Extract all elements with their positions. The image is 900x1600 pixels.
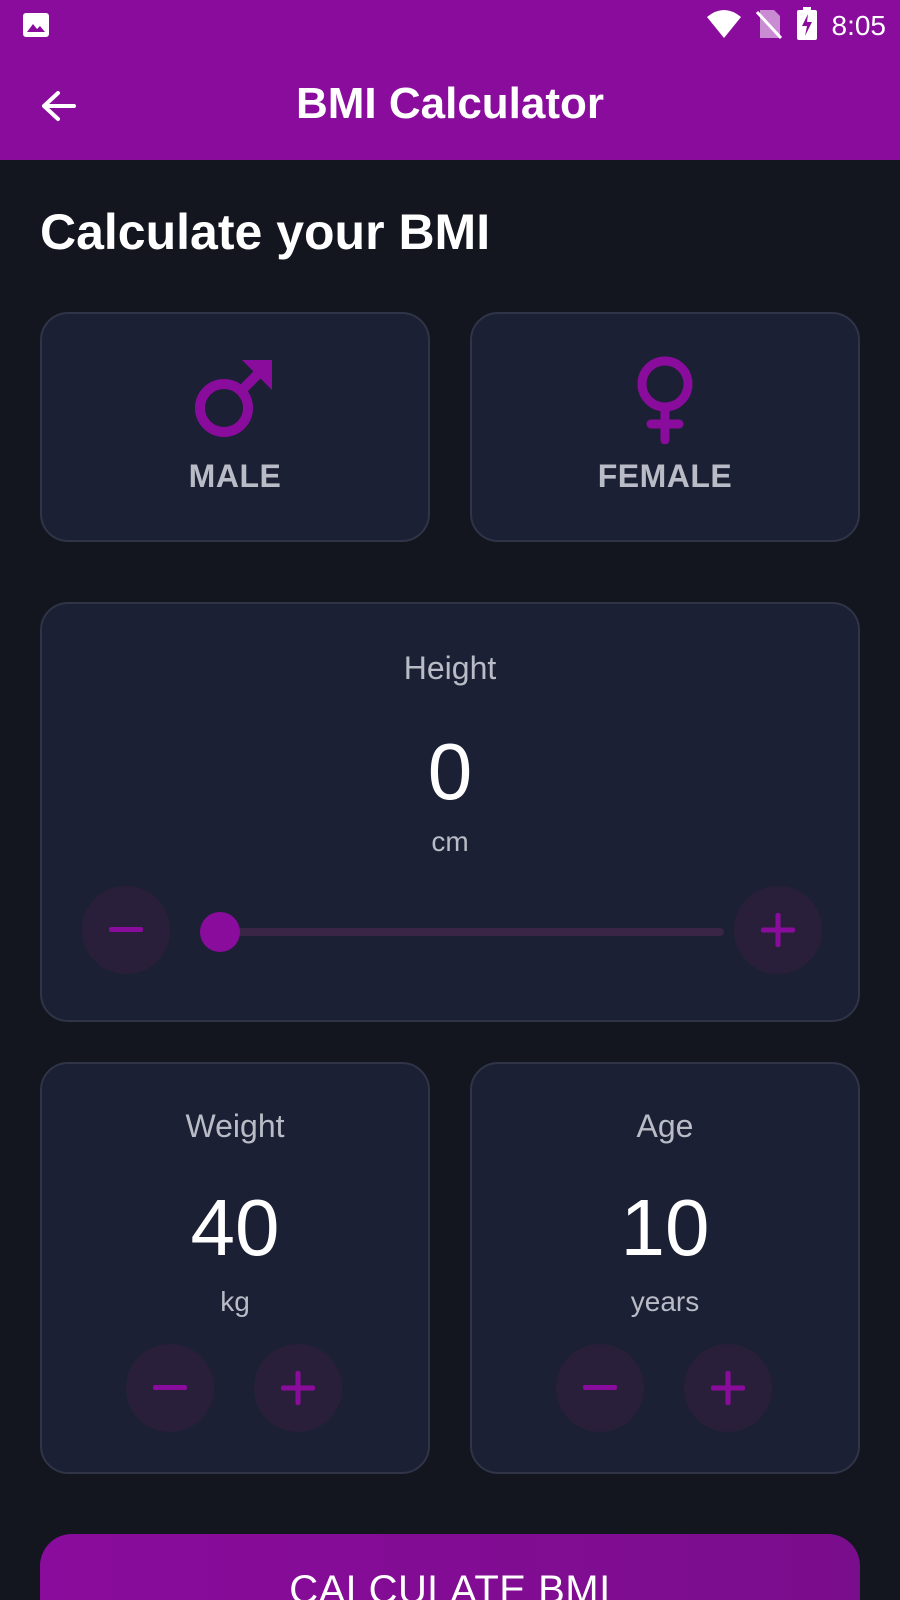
weight-card: Weight 40 kg <box>40 1062 430 1474</box>
plus-icon <box>281 1371 315 1405</box>
app-bar: BMI Calculator <box>0 52 900 160</box>
weight-increment-button[interactable] <box>254 1344 342 1432</box>
age-decrement-button[interactable] <box>556 1344 644 1432</box>
calculate-bmi-label: CALCULATE BMI <box>289 1568 611 1600</box>
age-card: Age 10 years <box>470 1062 860 1474</box>
weight-label: Weight <box>185 1108 285 1144</box>
female-label: FEMALE <box>597 458 733 494</box>
app-title: BMI Calculator <box>295 79 605 128</box>
age-increment-button[interactable] <box>684 1344 772 1432</box>
male-card[interactable]: MALE <box>40 312 430 542</box>
status-bar: 8:05 <box>0 0 900 52</box>
female-icon <box>637 356 693 444</box>
age-unit: years <box>630 1286 700 1317</box>
arrow-left-icon <box>42 91 76 121</box>
wifi-icon <box>706 9 742 44</box>
height-unit: cm <box>431 826 469 857</box>
height-increment-button[interactable] <box>734 886 822 974</box>
height-value: 0 <box>427 727 473 816</box>
age-value: 10 <box>620 1183 710 1272</box>
height-decrement-button[interactable] <box>82 886 170 974</box>
no-sim-icon <box>755 8 782 45</box>
minus-icon <box>583 1385 617 1390</box>
height-slider-track[interactable] <box>220 928 724 936</box>
plus-icon <box>761 913 795 947</box>
female-card[interactable]: FEMALE <box>470 312 860 542</box>
status-time: 8:05 <box>831 10 887 41</box>
weight-value: 40 <box>190 1183 280 1272</box>
image-notification-icon <box>22 12 50 38</box>
male-icon <box>195 360 272 437</box>
calculate-bmi-button[interactable]: CALCULATE BMI <box>40 1534 860 1600</box>
weight-unit: kg <box>220 1286 250 1317</box>
minus-icon <box>153 1385 187 1390</box>
battery-charging-icon <box>796 6 818 46</box>
back-button[interactable] <box>32 80 84 132</box>
minus-icon <box>109 927 143 932</box>
height-label: Height <box>403 650 497 686</box>
weight-decrement-button[interactable] <box>126 1344 214 1432</box>
plus-icon <box>711 1371 745 1405</box>
age-label: Age <box>636 1108 694 1144</box>
male-label: MALE <box>188 458 282 494</box>
height-slider-thumb[interactable] <box>200 912 240 952</box>
page-title: Calculate your BMI <box>40 204 491 260</box>
height-card: Height 0 cm <box>40 602 860 1022</box>
